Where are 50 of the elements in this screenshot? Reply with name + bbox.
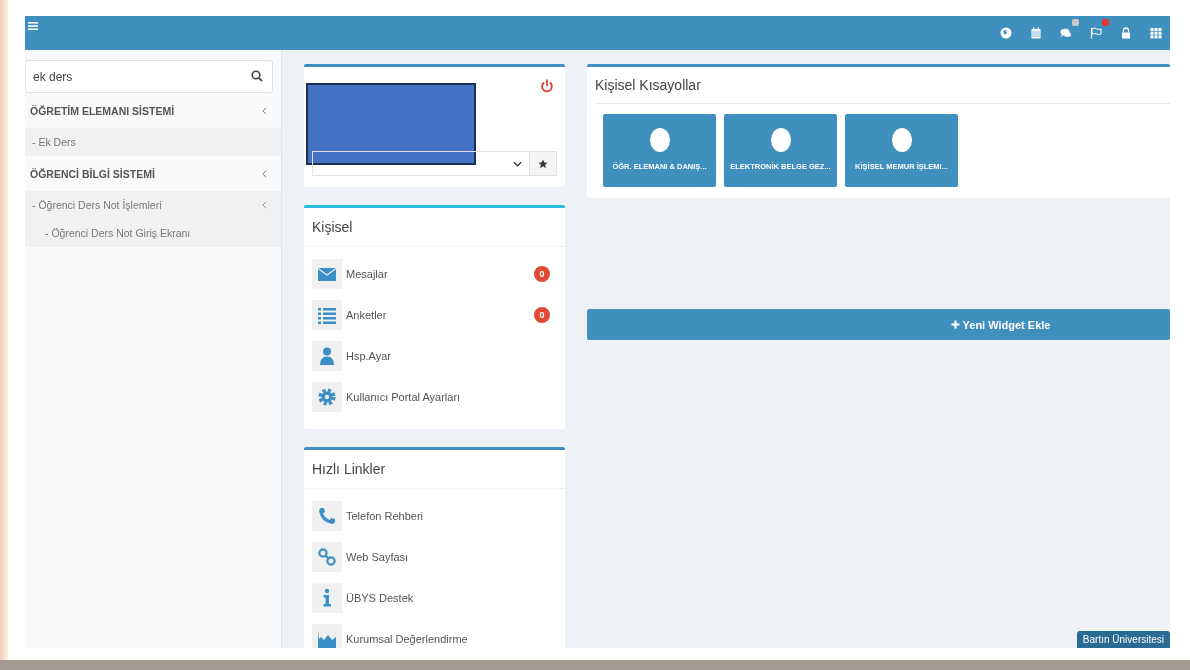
chat-icon[interactable] <box>1060 27 1072 39</box>
lock-icon[interactable] <box>1120 27 1132 39</box>
count-badge: 0 <box>534 307 550 323</box>
circle-icon <box>649 128 670 152</box>
card-title: Kişisel Kısayollar <box>595 67 1170 104</box>
chevron-icon <box>262 201 267 209</box>
menu-link[interactable]: Kurumsal Değerlendirme <box>346 633 557 645</box>
chevron-icon <box>262 169 267 178</box>
user-icon <box>312 341 342 371</box>
menu-section[interactable]: ÖĞRENCİ BİLGİ SİSTEMİ <box>25 156 281 191</box>
grid-icon[interactable] <box>1150 27 1162 39</box>
notification-badge <box>1072 19 1079 26</box>
chevron-icon <box>262 106 267 115</box>
gear-icon <box>312 382 342 412</box>
count-badge: 0 <box>534 266 550 282</box>
circle-icon <box>770 128 791 152</box>
menu-link[interactable]: Hsp.Ayar <box>346 350 557 362</box>
list-icon <box>312 300 342 330</box>
favorite-button[interactable] <box>530 151 557 176</box>
phone-icon <box>312 501 342 531</box>
menu-link[interactable]: Web Sayfası <box>346 551 557 563</box>
info-icon <box>312 583 342 613</box>
globe-icon[interactable] <box>1000 27 1012 39</box>
card-title: Hızlı Linkler <box>304 450 565 489</box>
menu-link[interactable]: ÜBYS Destek <box>346 592 557 604</box>
menu-item[interactable]: - Öğrenci Ders Not Giriş Ekranı <box>25 219 281 247</box>
circle-icon <box>891 128 912 152</box>
menu-link[interactable]: Mesajlar <box>346 268 534 280</box>
menu-link[interactable]: Anketler <box>346 309 534 321</box>
calendar-icon[interactable] <box>1030 27 1042 39</box>
plus-icon <box>950 320 960 329</box>
dropdown-icon <box>513 160 522 167</box>
star-icon <box>538 158 548 169</box>
search-icon[interactable] <box>251 70 263 82</box>
menu-item[interactable]: - Öğrenci Ders Not İşlemleri <box>25 191 281 219</box>
power-icon[interactable] <box>540 79 554 93</box>
link-icon <box>312 542 342 572</box>
university-badge: Bartın Üniversitesi <box>1076 631 1170 648</box>
card-title: Kişisel <box>304 208 565 247</box>
flag-icon[interactable] <box>1090 27 1102 39</box>
add-widget-button[interactable]: Yeni Widget Ekle <box>587 309 1170 340</box>
search-field[interactable]: ek ders <box>25 60 273 93</box>
menu-item[interactable]: - Ek Ders <box>25 128 281 156</box>
menu-section[interactable]: ÖĞRETİM ELEMANI SİSTEMİ <box>25 93 281 128</box>
notification-badge <box>1102 19 1109 26</box>
role-select[interactable] <box>312 151 530 176</box>
menu-link[interactable]: Kullanıcı Portal Ayarları <box>346 391 557 403</box>
menu-link[interactable]: Telefon Rehberi <box>346 510 557 522</box>
envelope-icon <box>312 259 342 289</box>
menu-icon[interactable] <box>28 21 38 31</box>
